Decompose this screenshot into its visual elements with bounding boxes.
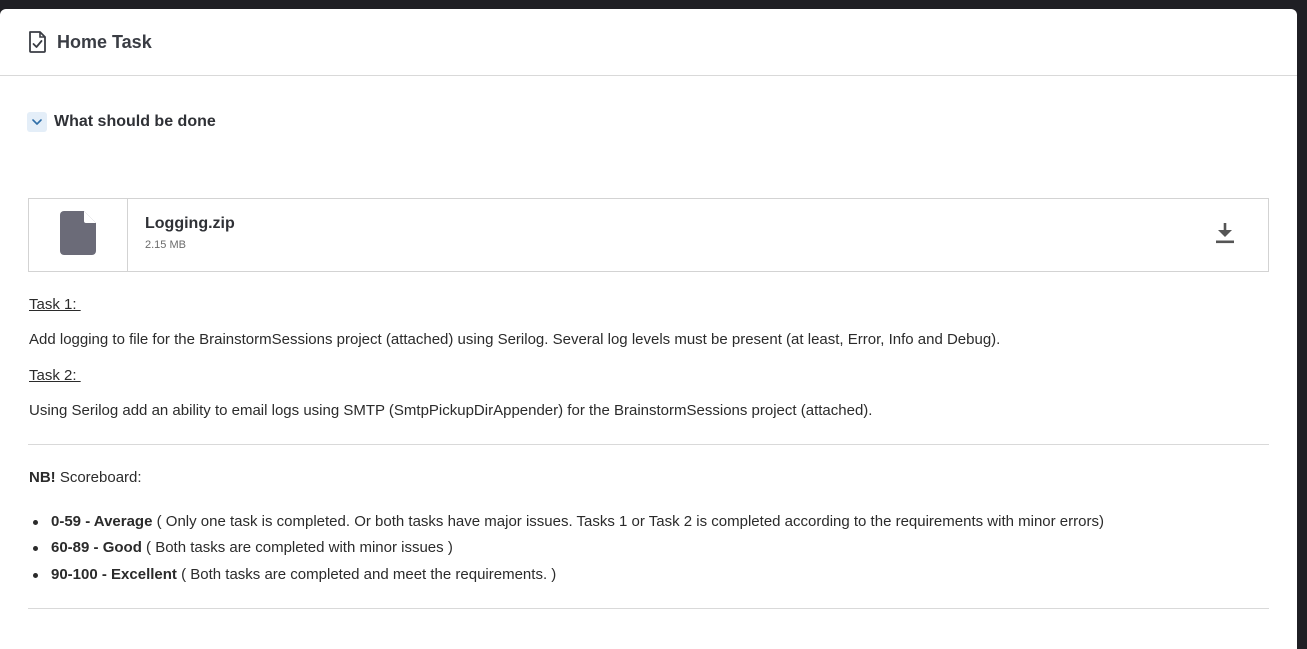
attachment-file-name[interactable]: Logging.zip: [145, 215, 1182, 233]
score-range: 60-89 -: [51, 539, 103, 556]
document-check-icon: [28, 31, 47, 53]
attachment-item: Logging.zip 2.15 MB: [28, 198, 1269, 272]
score-grade: Average: [93, 513, 153, 530]
scoreboard-heading: NB! Scoreboard:: [29, 469, 142, 486]
list-item: 90-100 - Excellent ( Both tasks are comp…: [32, 566, 557, 583]
score-range: 0-59 -: [51, 513, 94, 530]
score-description: ( Only one task is completed. Or both ta…: [152, 513, 1104, 530]
download-button[interactable]: [1182, 199, 1268, 271]
section-title: What should be done: [54, 113, 216, 130]
what-should-be-done-toggle[interactable]: What should be done: [27, 112, 216, 132]
task-1-text: Add logging to file for the BrainstormSe…: [29, 331, 1001, 348]
nb-label: NB!: [29, 469, 56, 486]
card-header: Home Task: [0, 9, 1297, 76]
attachment-icon-cell: [29, 199, 128, 271]
list-item: 0-59 - Average ( Only one task is comple…: [33, 513, 1104, 530]
page-title: Home Task: [57, 31, 152, 52]
score-grade: Excellent: [111, 566, 177, 583]
file-icon: [60, 210, 96, 260]
scoreboard-label: Scoreboard:: [55, 469, 142, 486]
task-2-text: Using Serilog add an ability to email lo…: [29, 402, 873, 419]
score-range: 90-100 -: [51, 566, 112, 583]
task-2-label: Task 2:: [29, 367, 81, 384]
divider: [28, 608, 1269, 609]
divider: [28, 444, 1269, 445]
score-description: ( Both tasks are completed and meet the …: [176, 566, 557, 583]
score-grade: Good: [102, 539, 142, 556]
download-icon[interactable]: [1215, 222, 1235, 249]
task-1-label: Task 1:: [29, 296, 81, 313]
attachment-file-size: 2.15 MB: [145, 239, 186, 251]
attachment-info: Logging.zip 2.15 MB: [128, 199, 1182, 271]
home-task-card: Home Task What should be done Logging.zi…: [0, 9, 1297, 649]
score-description: ( Both tasks are completed with minor is…: [141, 539, 453, 556]
list-item: 60-89 - Good ( Both tasks are completed …: [33, 539, 453, 556]
chevron-down-icon[interactable]: [27, 112, 47, 132]
